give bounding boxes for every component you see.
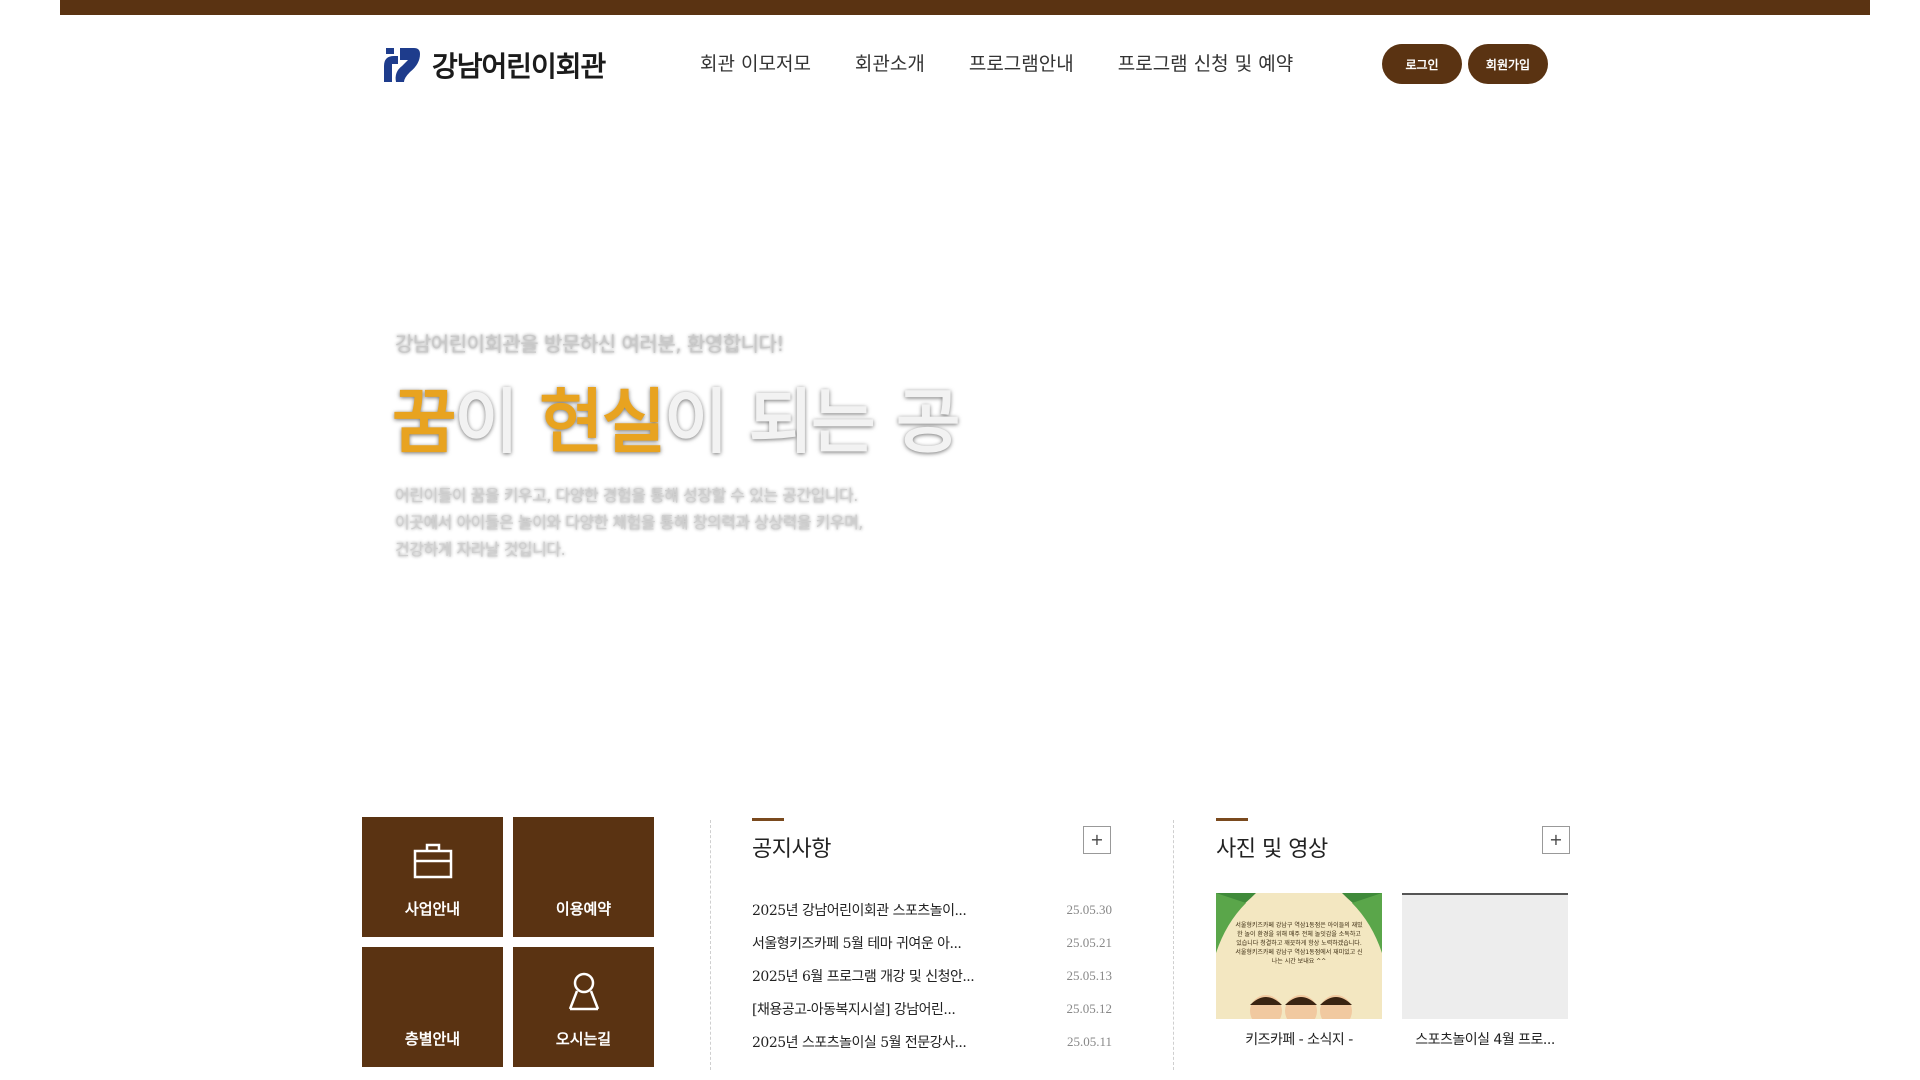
location-person-icon: [568, 972, 599, 1011]
gallery-title: 사진 및 영상: [1216, 837, 1328, 862]
hero-description: 어린이들이 꿈을 키우고, 다양한 경험을 통해 성장할 수 있는 공간입니다.…: [395, 482, 863, 563]
notice-item[interactable]: 2025년 강남어린이회관 스포츠놀이... 25.05.30: [752, 893, 1112, 926]
notice-item-date: 25.05.12: [1066, 1000, 1113, 1016]
logo-mark-icon: [384, 48, 420, 82]
notice-item[interactable]: 2025년 6월 프로그램 개강 및 신청안... 25.05.13: [752, 959, 1112, 992]
gallery-caption: 스포츠놀이실 4월 프로...: [1415, 1032, 1555, 1048]
notice-more-button[interactable]: +: [1083, 826, 1111, 854]
notice-item[interactable]: [채용공고-아동복지시설] 강남어린... 25.05.12: [752, 992, 1112, 1025]
notice-item-title: 2025년 스포츠놀이실 5월 전문강사...: [752, 1034, 967, 1051]
quick-link-label: 오시는길: [555, 1030, 612, 1048]
notice-item-title: 서울형키즈카페 5월 테마 귀여운 아...: [752, 935, 962, 952]
notice-item-title: [채용공고-아동복지시설] 강남어린...: [752, 1001, 956, 1018]
quick-link-directions[interactable]: 오시는길: [513, 947, 654, 1067]
gallery-more-button[interactable]: +: [1542, 826, 1570, 854]
gallery-thumbnail: [1402, 893, 1568, 1019]
notice-item-date: 25.05.30: [1066, 901, 1113, 917]
nav-item-news[interactable]: 회관 이모저모: [700, 49, 811, 76]
nav-item-programs[interactable]: 프로그램안내: [969, 49, 1074, 76]
hero-desc-line: 이곳에서 아이들은 놀이와 다양한 체험을 통해 창의력과 상상력을 키우며,: [395, 513, 863, 532]
notice-list: 2025년 강남어린이회관 스포츠놀이... 25.05.30 서울형키즈카페 …: [752, 893, 1112, 1058]
logo-text: 강남어린이회관: [432, 50, 606, 83]
notice-item[interactable]: 2025년 스포츠놀이실 5월 전문강사... 25.05.11: [752, 1025, 1112, 1058]
top-accent-bar: [60, 0, 1870, 15]
quick-links: 사업안내 이용예약 층별안내 오시는길: [362, 817, 654, 1071]
quick-link-reservation[interactable]: 이용예약: [513, 817, 654, 937]
quick-link-label: 이용예약: [555, 900, 612, 918]
notice-title: 공지사항: [752, 837, 831, 862]
gallery-caption: 키즈카페 - 소식지 -: [1245, 1032, 1353, 1048]
section-accent-bar: [1216, 818, 1248, 821]
hero-title-part2: 이 되는 공: [664, 381, 960, 463]
hero-greeting: 강남어린이회관을 방문하신 여러분, 환영합니다!: [395, 332, 784, 356]
notice-item[interactable]: 서울형키즈카페 5월 테마 귀여운 아... 25.05.21: [752, 926, 1112, 959]
notice-item-date: 25.05.11: [1066, 1033, 1112, 1049]
site-logo[interactable]: 강남어린이회관: [380, 44, 606, 86]
briefcase-icon: [413, 843, 452, 879]
hero-title: 꿈이 현실이 되는 공: [392, 366, 960, 467]
section-divider: [710, 820, 711, 1070]
nav-item-about[interactable]: 회관소개: [855, 49, 925, 76]
gallery-card[interactable]: 서울형키즈카페 강남구 역삼1동점은 아이들의 재밌한 놀이 환경을 위해 매주…: [1216, 893, 1382, 1049]
hero-title-accent-dream: 꿈: [392, 381, 456, 463]
gallery-card[interactable]: 스포츠놀이실 4월 프로...: [1402, 893, 1568, 1049]
quick-link-label: 사업안내: [404, 900, 461, 918]
hero-title-part1: 이: [454, 381, 540, 463]
quick-link-business[interactable]: 사업안내: [362, 817, 503, 937]
poster-text: 서울형키즈카페 강남구 역삼1동점은 아이들의 재밌한 놀이 환경을 위해 매주…: [1235, 922, 1363, 965]
site-header: 강남어린이회관 회관 이모저모 회관소개 프로그램안내 프로그램 신청 및 예약…: [0, 15, 1920, 110]
notice-section: 공지사항 + 2025년 강남어린이회관 스포츠놀이... 25.05.30 서…: [752, 818, 1112, 1058]
section-accent-bar: [752, 818, 784, 821]
main-nav: 회관 이모저모 회관소개 프로그램안내 프로그램 신청 및 예약: [700, 49, 1293, 76]
notice-item-date: 25.05.21: [1066, 934, 1113, 950]
hero-title-accent-reality: 현실: [539, 381, 666, 463]
hero-banner: 강남어린이회관을 방문하신 여러분, 환영합니다! 꿈이 현실이 되는 공 어린…: [0, 110, 1920, 790]
notice-item-title: 2025년 강남어린이회관 스포츠놀이...: [752, 902, 967, 919]
gallery-row: 서울형키즈카페 강남구 역삼1동점은 아이들의 재밌한 놀이 환경을 위해 매주…: [1216, 893, 1576, 1049]
notice-item-title: 2025년 6월 프로그램 개강 및 신청안...: [752, 968, 975, 985]
quick-link-floor-guide[interactable]: 층별안내: [362, 947, 503, 1067]
hero-desc-line: 어린이들이 꿈을 키우고, 다양한 경험을 통해 성장할 수 있는 공간입니다.: [395, 486, 858, 505]
quick-link-label: 층별안내: [404, 1030, 461, 1048]
section-divider: [1173, 820, 1174, 1070]
thumbnail-placeholder: [1402, 893, 1568, 1019]
gallery-section: 사진 및 영상 + 서울형키즈카페 강남구 역삼1동점은 아이들의 재밌한 놀이…: [1216, 818, 1576, 1049]
hero-desc-line: 건강하게 자라날 것입니다.: [395, 540, 566, 559]
nav-item-registration[interactable]: 프로그램 신청 및 예약: [1118, 49, 1293, 76]
gallery-thumbnail: 서울형키즈카페 강남구 역삼1동점은 아이들의 재밌한 놀이 환경을 위해 매주…: [1216, 893, 1382, 1019]
signup-button[interactable]: 회원가입: [1468, 44, 1548, 84]
notice-item-date: 25.05.13: [1066, 967, 1113, 983]
login-button[interactable]: 로그인: [1382, 44, 1462, 84]
auth-buttons: 로그인 회원가입: [1382, 44, 1548, 84]
